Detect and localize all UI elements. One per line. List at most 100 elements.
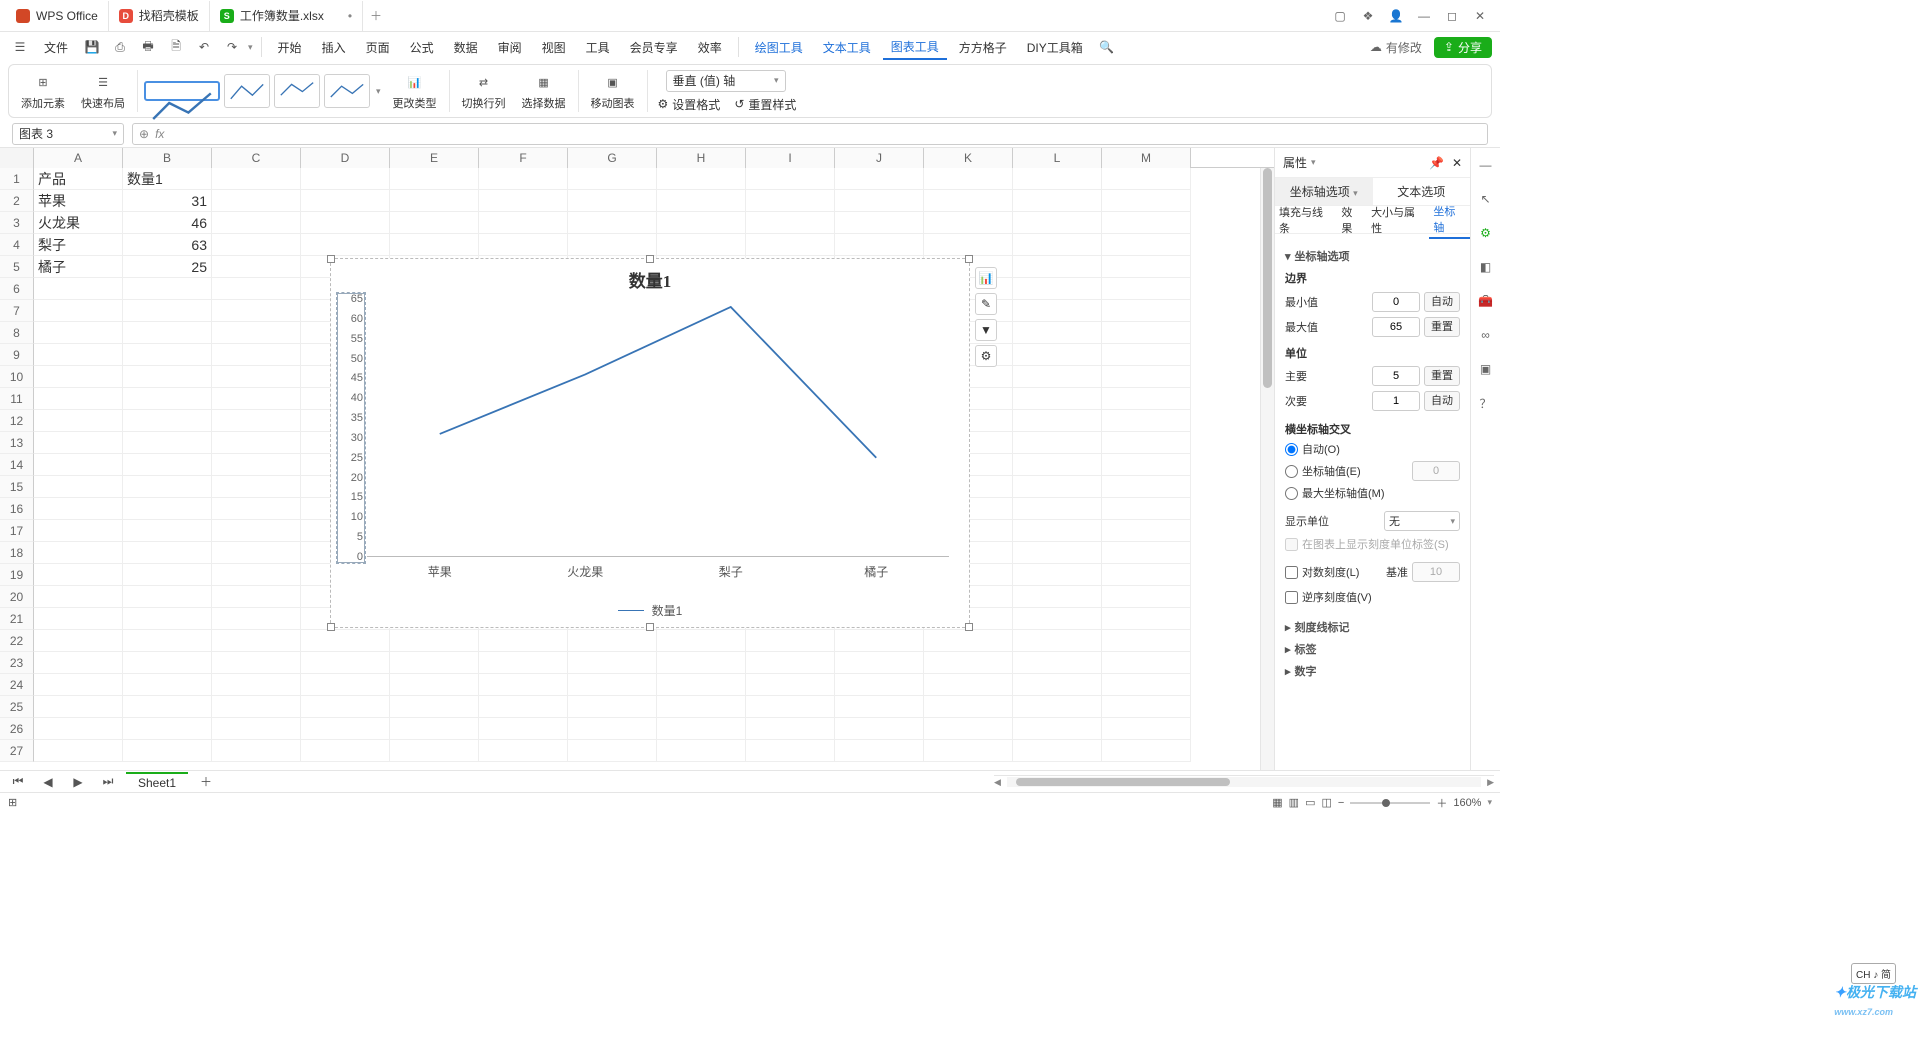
row-header[interactable]: 12 [0,410,34,432]
menu-review[interactable]: 审阅 [490,36,530,59]
cell[interactable] [1013,542,1102,564]
row-header[interactable]: 7 [0,300,34,322]
cell[interactable] [568,652,657,674]
chart-style-2[interactable] [224,74,270,108]
cell[interactable] [924,234,1013,256]
cell[interactable] [657,696,746,718]
cell[interactable] [1013,608,1102,630]
cell[interactable] [1013,322,1102,344]
cell[interactable] [212,256,301,278]
cell[interactable] [924,168,1013,190]
cell[interactable] [1013,300,1102,322]
row-header[interactable]: 5 [0,256,34,278]
cell[interactable] [1013,234,1102,256]
row-header[interactable]: 18 [0,542,34,564]
cell[interactable] [657,212,746,234]
cell[interactable] [212,344,301,366]
display-unit-select[interactable]: 无▾ [1384,511,1460,531]
cell[interactable] [835,718,924,740]
cell[interactable] [212,652,301,674]
cell[interactable] [1102,696,1191,718]
row-header[interactable]: 6 [0,278,34,300]
minor-input[interactable] [1372,391,1420,411]
cell[interactable] [34,432,123,454]
link-icon[interactable]: ∞ [1475,324,1497,346]
file-menu[interactable]: 文件 [36,36,76,59]
cell[interactable] [1102,300,1191,322]
cell[interactable] [34,674,123,696]
row-header[interactable]: 24 [0,674,34,696]
cell[interactable] [924,630,1013,652]
sect-axis-options[interactable]: ▾ 坐标轴选项 [1285,248,1460,264]
max-reset-button[interactable]: 重置 [1424,317,1460,337]
quick-layout-button[interactable]: ☰快速布局 [73,69,133,113]
menu-icon[interactable]: ☰ [8,35,32,59]
column-header[interactable]: M [1102,148,1191,168]
cell[interactable] [123,322,212,344]
column-header[interactable]: J [835,148,924,168]
cell[interactable] [1102,344,1191,366]
cell[interactable] [1102,586,1191,608]
cell[interactable] [212,168,301,190]
cell[interactable] [390,674,479,696]
column-header[interactable]: H [657,148,746,168]
cell[interactable] [123,366,212,388]
cell[interactable] [301,168,390,190]
set-format-button[interactable]: ⚙设置格式 [658,96,721,113]
cell[interactable] [1102,388,1191,410]
cursor-icon[interactable]: ↖ [1475,188,1497,210]
name-box[interactable]: 图表 3▾ [12,123,124,145]
add-element-button[interactable]: ⊞添加元素 [13,69,73,113]
cell[interactable] [123,454,212,476]
cell[interactable] [34,344,123,366]
cell[interactable] [212,608,301,630]
cell[interactable] [123,498,212,520]
cell[interactable] [1102,718,1191,740]
menu-ffgz[interactable]: 方方格子 [951,36,1015,59]
row-header[interactable]: 14 [0,454,34,476]
cell[interactable] [123,696,212,718]
search-icon[interactable]: 🔍 [1095,35,1119,59]
cell[interactable] [1013,278,1102,300]
view-normal-icon[interactable]: ▦ [1272,796,1282,809]
zoom-out-icon[interactable]: − [1338,797,1344,809]
cell[interactable] [835,630,924,652]
cell[interactable] [1102,322,1191,344]
menu-efficiency[interactable]: 效率 [690,36,730,59]
cross-value-radio[interactable]: 坐标轴值(E) [1285,461,1460,481]
cell[interactable] [657,718,746,740]
cell[interactable] [123,740,212,762]
new-tab-button[interactable]: ＋ [363,7,389,24]
cell[interactable] [1013,388,1102,410]
chart-style-4[interactable] [324,74,370,108]
cell[interactable] [1102,454,1191,476]
cell[interactable] [746,674,835,696]
zoom-slider[interactable] [1350,802,1430,804]
app-tab-template[interactable]: D 找稻壳模板 [109,1,210,31]
log-scale-check[interactable]: 对数刻度(L) [1285,564,1359,580]
cell[interactable] [301,652,390,674]
row-header[interactable]: 21 [0,608,34,630]
zoom-in-icon[interactable]: ＋ [1436,795,1447,811]
subtab-axis[interactable]: 坐标轴 [1429,201,1470,239]
cell[interactable] [34,740,123,762]
cell[interactable] [123,344,212,366]
cell[interactable] [212,630,301,652]
prev-sheet-icon[interactable]: ◀ [36,770,60,794]
cell[interactable] [568,168,657,190]
switch-rc-button[interactable]: ⇄切换行列 [454,69,514,113]
style-strip-icon[interactable]: ◧ [1475,256,1497,278]
cell[interactable] [1102,432,1191,454]
cell[interactable] [212,234,301,256]
cell[interactable] [1102,542,1191,564]
cell[interactable] [34,564,123,586]
collapse-icon[interactable]: — [1475,154,1497,176]
sect-tick[interactable]: ▸ 刻度线标记 [1285,619,1460,635]
cell[interactable] [746,696,835,718]
menu-chart-tools[interactable]: 图表工具 [883,35,947,60]
cell[interactable] [390,212,479,234]
cell[interactable] [1102,278,1191,300]
cell[interactable] [390,168,479,190]
view-custom-icon[interactable]: ◫ [1321,796,1331,809]
cell[interactable] [1102,256,1191,278]
